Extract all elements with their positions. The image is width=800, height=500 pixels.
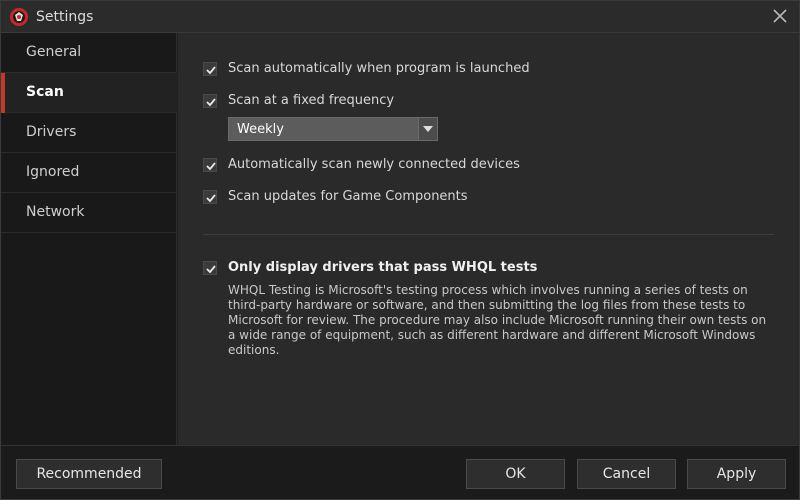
sidebar-item-label: General	[26, 44, 82, 60]
sidebar: General Scan Drivers Ignored Network	[1, 33, 177, 445]
game-components-checkbox[interactable]	[203, 190, 217, 204]
sidebar-item-label: Ignored	[26, 164, 80, 180]
section-divider	[203, 234, 774, 235]
sidebar-item-drivers[interactable]: Drivers	[1, 113, 177, 153]
sidebar-item-label: Drivers	[26, 124, 77, 140]
close-icon[interactable]	[769, 5, 791, 27]
dialog-footer: Recommended OK Cancel Apply	[1, 445, 799, 499]
sidebar-item-general[interactable]: General	[1, 33, 177, 73]
active-indicator	[1, 73, 5, 113]
frequency-select[interactable]: Weekly	[228, 117, 438, 141]
recommended-button[interactable]: Recommended	[16, 459, 162, 489]
fixed-frequency-label: Scan at a fixed frequency	[228, 93, 395, 108]
app-logo-icon	[9, 7, 29, 27]
ok-button[interactable]: OK	[466, 459, 565, 489]
whql-checkbox[interactable]	[203, 261, 217, 275]
sidebar-item-label: Scan	[26, 84, 64, 100]
scan-on-launch-label: Scan automatically when program is launc…	[228, 61, 530, 76]
settings-window: Settings General Scan Drivers Ignored Ne…	[0, 0, 800, 500]
cancel-button[interactable]: Cancel	[577, 459, 676, 489]
game-components-label: Scan updates for Game Components	[228, 189, 468, 204]
whql-label: Only display drivers that pass WHQL test…	[228, 260, 538, 275]
sidebar-item-ignored[interactable]: Ignored	[1, 153, 177, 193]
chevron-down-icon[interactable]	[418, 118, 437, 140]
sidebar-item-scan[interactable]: Scan	[1, 73, 177, 113]
apply-button[interactable]: Apply	[687, 459, 786, 489]
title-bar: Settings	[1, 1, 799, 33]
frequency-select-value: Weekly	[237, 122, 284, 137]
window-title: Settings	[36, 9, 94, 25]
scan-on-launch-checkbox[interactable]	[203, 62, 217, 76]
sidebar-item-network[interactable]: Network	[1, 193, 177, 233]
whql-description: WHQL Testing is Microsoft's testing proc…	[228, 283, 767, 357]
sidebar-item-label: Network	[26, 204, 85, 220]
new-devices-checkbox[interactable]	[203, 158, 217, 172]
new-devices-label: Automatically scan newly connected devic…	[228, 157, 520, 172]
scan-settings-panel: Scan automatically when program is launc…	[178, 33, 799, 445]
fixed-frequency-checkbox[interactable]	[203, 94, 217, 108]
